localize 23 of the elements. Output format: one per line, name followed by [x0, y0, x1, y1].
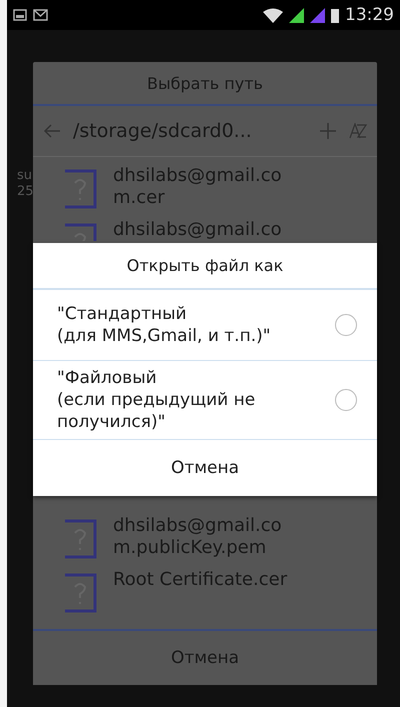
battery-icon	[331, 8, 339, 22]
dialog-title: Выбрать путь	[33, 62, 377, 106]
file-item[interactable]: Root Certificate.cer	[61, 567, 377, 613]
folder-path: /storage/sdcard0...	[73, 120, 253, 142]
option-row[interactable]: "Стандартный (для MMS,Gmail, и т.п.)"	[33, 290, 377, 361]
back-arrow-icon[interactable]	[43, 124, 61, 138]
plus-icon[interactable]	[319, 122, 337, 140]
picture-icon	[13, 9, 27, 21]
background-text: 25	[17, 184, 34, 200]
cancel-button[interactable]: Отмена	[33, 440, 377, 496]
signal-icon	[310, 8, 325, 22]
cancel-button[interactable]: Отмена	[33, 629, 377, 685]
dialog-title: Открыть файл как	[33, 243, 377, 290]
wifi-icon	[263, 8, 283, 22]
file-item[interactable]: dhsilabs@gmail.co m.publicKey.pem	[61, 513, 377, 559]
signal-icon	[289, 8, 304, 22]
file-item[interactable]: dhsilabs@gmail.co m.cer	[61, 163, 377, 209]
clock-time: 13:29	[345, 5, 394, 25]
radio-button[interactable]	[335, 314, 357, 336]
mail-icon	[33, 9, 48, 21]
radio-button[interactable]	[335, 389, 357, 411]
background-text: su	[17, 168, 34, 184]
sort-icon[interactable]	[349, 123, 367, 139]
